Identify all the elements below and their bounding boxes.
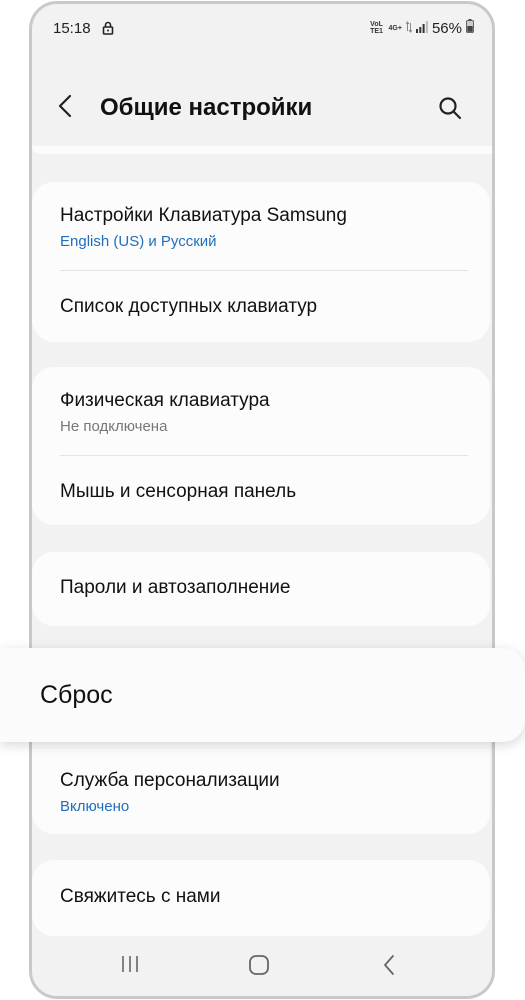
status-time: 15:18 bbox=[53, 20, 91, 37]
battery-percent: 56% bbox=[431, 19, 462, 37]
passwords-autofill-title: Пароли и автозаполнение bbox=[60, 577, 291, 598]
keyboard-settings-card: Настройки Клавиатура Samsung English (US… bbox=[32, 182, 490, 342]
previous-card-edge bbox=[32, 146, 492, 154]
personalization-service-item[interactable]: Служба персонализации Включено bbox=[32, 744, 490, 834]
personalization-service-status: Включено bbox=[60, 798, 130, 815]
battery-icon bbox=[466, 19, 474, 37]
network-type-icon: 4G+ bbox=[388, 24, 402, 32]
mouse-touchpad-title: Мышь и сенсорная панель bbox=[60, 481, 297, 502]
back-arrow-icon[interactable] bbox=[58, 94, 72, 123]
contact-card: Свяжитесь с нами bbox=[32, 860, 490, 936]
personalization-service-title: Служба персонализации bbox=[60, 770, 280, 791]
available-keyboards-title: Список доступных клавиатур bbox=[60, 296, 318, 317]
navigation-bar bbox=[32, 936, 492, 996]
search-icon[interactable] bbox=[438, 96, 462, 125]
passwords-card: Пароли и автозаполнение bbox=[32, 552, 490, 626]
lock-icon bbox=[102, 21, 114, 40]
app-bar: Общие настройки bbox=[32, 74, 492, 134]
physical-input-card: Физическая клавиатура Не подключена Мышь… bbox=[32, 367, 490, 525]
samsung-keyboard-languages: English (US) и Русский bbox=[60, 233, 217, 250]
mouse-touchpad-item[interactable]: Мышь и сенсорная панель bbox=[32, 456, 490, 525]
available-keyboards-item[interactable]: Список доступных клавиатур bbox=[32, 271, 490, 342]
page-title: Общие настройки bbox=[100, 94, 313, 121]
passwords-autofill-item[interactable]: Пароли и автозаполнение bbox=[32, 552, 490, 626]
back-icon[interactable] bbox=[382, 954, 396, 981]
recent-apps-icon[interactable] bbox=[120, 954, 140, 979]
reset-item[interactable]: Сброс bbox=[0, 648, 525, 742]
volte-icon: VoLTE1 bbox=[370, 21, 383, 35]
physical-keyboard-status: Не подключена bbox=[60, 418, 168, 435]
contact-us-item[interactable]: Свяжитесь с нами bbox=[32, 860, 490, 936]
samsung-keyboard-settings-item[interactable]: Настройки Клавиатура Samsung English (US… bbox=[32, 182, 490, 270]
samsung-keyboard-settings-title: Настройки Клавиатура Samsung bbox=[60, 205, 347, 226]
contact-us-title: Свяжитесь с нами bbox=[60, 886, 221, 907]
data-arrows-icon bbox=[405, 20, 413, 37]
signal-icon bbox=[415, 20, 428, 37]
reset-title: Сброс bbox=[40, 681, 113, 709]
physical-keyboard-item[interactable]: Физическая клавиатура Не подключена bbox=[32, 367, 490, 455]
status-icons: VoLTE1 4G+ 56% bbox=[369, 19, 474, 37]
phone-frame: 15:18 VoLTE1 4G+ 56% Общие настройки Нас… bbox=[29, 1, 495, 999]
home-icon[interactable] bbox=[248, 954, 270, 981]
physical-keyboard-title: Физическая клавиатура bbox=[60, 390, 270, 411]
status-bar: 15:18 VoLTE1 4G+ 56% bbox=[32, 4, 492, 54]
